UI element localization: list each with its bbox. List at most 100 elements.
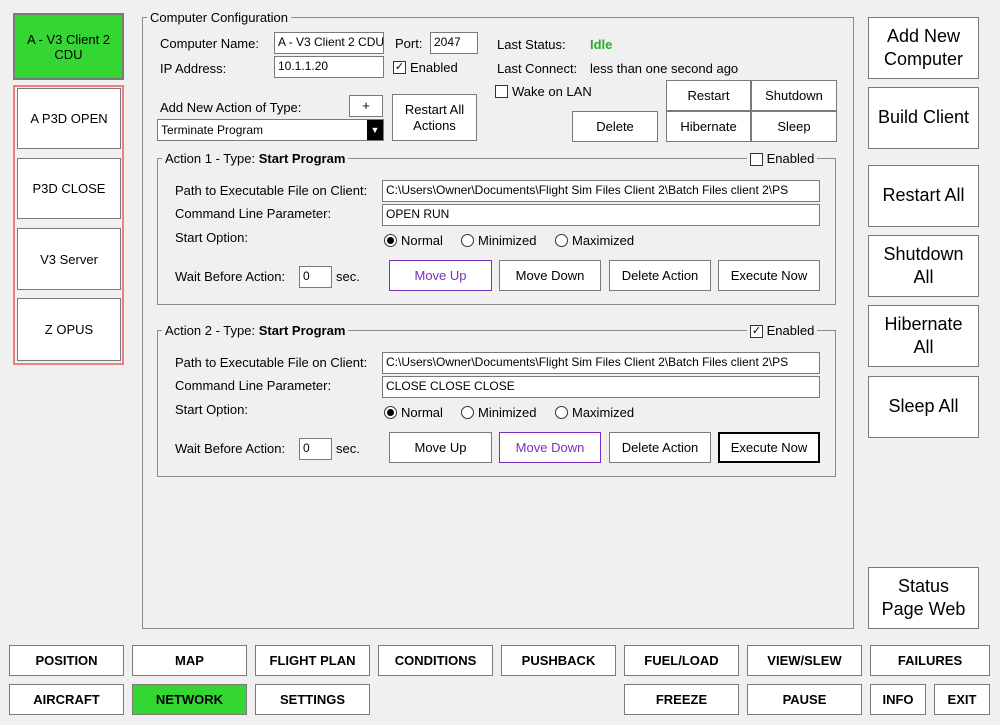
- freeze-button[interactable]: FREEZE: [624, 684, 739, 715]
- computer-item-label: A P3D OPEN: [30, 111, 108, 126]
- shutdown-all-button[interactable]: Shutdown All: [868, 235, 979, 297]
- action-2-wait-field[interactable]: 0: [299, 438, 332, 460]
- action-1-path-field[interactable]: C:\Users\Owner\Documents\Flight Sim File…: [382, 180, 820, 202]
- action-1-wait-label: Wait Before Action:: [175, 269, 286, 284]
- action-1-cmd-field[interactable]: OPEN RUN: [382, 204, 820, 226]
- action-2-maximized-label: Maximized: [572, 405, 635, 420]
- action-2-normal-label: Normal: [401, 405, 443, 420]
- action-2-path-label: Path to Executable File on Client:: [175, 355, 368, 370]
- add-action-label: Add New Action of Type:: [160, 100, 302, 115]
- action-1-start-label: Start Option:: [175, 230, 248, 245]
- nav-conditions-button[interactable]: CONDITIONS: [378, 645, 493, 676]
- computer-item-p3d-close[interactable]: P3D CLOSE: [17, 158, 121, 219]
- add-new-computer-button[interactable]: Add New Computer: [868, 17, 979, 79]
- build-client-button[interactable]: Build Client: [868, 87, 979, 149]
- nav-aircraft-button[interactable]: AIRCRAFT: [9, 684, 124, 715]
- sleep-all-button[interactable]: Sleep All: [868, 376, 979, 438]
- action-2-move-up-button[interactable]: Move Up: [389, 432, 492, 463]
- hibernate-button[interactable]: Hibernate: [666, 111, 751, 142]
- pause-button[interactable]: PAUSE: [747, 684, 862, 715]
- computer-item-label: V3 Server: [40, 251, 98, 267]
- nav-view-slew-button[interactable]: VIEW/SLEW: [747, 645, 862, 676]
- action-2-wait-unit: sec.: [336, 441, 360, 456]
- exit-button[interactable]: EXIT: [934, 684, 990, 715]
- action-1-enabled-checkbox[interactable]: [750, 153, 763, 167]
- action-1-wait-field[interactable]: 0: [299, 266, 332, 288]
- action-1-wait-unit: sec.: [336, 269, 360, 284]
- action-1-maximized-label: Maximized: [572, 233, 635, 248]
- enabled-label: Enabled: [410, 60, 458, 75]
- action-2-cmd-field[interactable]: CLOSE CLOSE CLOSE: [382, 376, 820, 398]
- action-2-wait-label: Wait Before Action:: [175, 441, 286, 456]
- action-1-maximized-radio[interactable]: [555, 234, 568, 247]
- computer-configuration-legend: Computer Configuration: [147, 10, 292, 25]
- nav-position-button[interactable]: POSITION: [9, 645, 124, 676]
- last-connect-label: Last Connect:: [497, 61, 578, 76]
- action-2-enabled-checkbox[interactable]: ✓: [750, 325, 763, 339]
- action-1-move-up-button[interactable]: Move Up: [389, 260, 492, 291]
- nav-failures-button[interactable]: FAILURES: [870, 645, 990, 676]
- computer-item-v3-server[interactable]: V3 Server: [17, 228, 121, 290]
- last-connect-value: less than one second ago: [590, 61, 739, 76]
- computer-item-label: Z OPUS: [44, 322, 94, 337]
- action-2-legend: Action 2 - Type: Start Program: [162, 323, 349, 338]
- delete-computer-button[interactable]: Delete: [572, 111, 658, 142]
- computer-item-label: A - V3 Client 2 CDU: [26, 31, 111, 62]
- shutdown-button[interactable]: Shutdown: [751, 80, 837, 111]
- action-2-path-field[interactable]: C:\Users\Owner\Documents\Flight Sim File…: [382, 352, 820, 374]
- ip-address-field[interactable]: 10.1.1.20: [274, 56, 384, 78]
- action-1-normal-radio[interactable]: [384, 234, 397, 247]
- computer-name-field[interactable]: A - V3 Client 2 CDU: [274, 32, 384, 54]
- action-2-move-down-button[interactable]: Move Down: [499, 432, 601, 463]
- nav-settings-button[interactable]: SETTINGS: [255, 684, 370, 715]
- hibernate-all-button[interactable]: Hibernate All: [868, 305, 979, 367]
- action-1-path-label: Path to Executable File on Client:: [175, 183, 368, 198]
- status-page-web-button[interactable]: Status Page Web: [868, 567, 979, 629]
- computer-item-a-p3d-open[interactable]: A P3D OPEN: [17, 88, 121, 149]
- restart-all-button[interactable]: Restart All: [868, 165, 979, 227]
- action-2-maximized-radio[interactable]: [555, 406, 568, 419]
- dropdown-arrow-icon: ▼: [367, 120, 383, 140]
- nav-pushback-button[interactable]: PUSHBACK: [501, 645, 616, 676]
- add-action-button[interactable]: +: [349, 95, 383, 117]
- restart-button[interactable]: Restart: [666, 80, 751, 111]
- action-2-execute-now-button[interactable]: Execute Now: [718, 432, 820, 463]
- action-legend-prefix: Action 1 - Type:: [165, 151, 259, 166]
- action-2-minimized-radio[interactable]: [461, 406, 474, 419]
- action-2-delete-action-button[interactable]: Delete Action: [609, 432, 711, 463]
- action-1-execute-now-button[interactable]: Execute Now: [718, 260, 820, 291]
- action-2-start-label: Start Option:: [175, 402, 248, 417]
- nav-map-button[interactable]: MAP: [132, 645, 247, 676]
- sleep-button[interactable]: Sleep: [751, 111, 837, 142]
- computer-item-label: P3D CLOSE: [32, 181, 106, 196]
- nav-fuel-load-button[interactable]: FUEL/LOAD: [624, 645, 739, 676]
- computer-item-z-opus[interactable]: Z OPUS: [17, 298, 121, 361]
- action-1-legend: Action 1 - Type: Start Program: [162, 151, 349, 166]
- nav-flight-plan-button[interactable]: FLIGHT PLAN: [255, 645, 370, 676]
- action-1-minimized-label: Minimized: [478, 233, 537, 248]
- action-1-move-down-button[interactable]: Move Down: [499, 260, 601, 291]
- action-1-cmd-label: Command Line Parameter:: [175, 206, 332, 221]
- action-1-delete-action-button[interactable]: Delete Action: [609, 260, 711, 291]
- action-legend-type: Start Program: [258, 151, 346, 166]
- enabled-checkbox[interactable]: ✓: [393, 61, 406, 74]
- action-2-cmd-label: Command Line Parameter:: [175, 378, 332, 393]
- computer-name-label: Computer Name:: [160, 36, 259, 51]
- action-2-minimized-label: Minimized: [478, 405, 537, 420]
- port-field[interactable]: 2047: [430, 32, 478, 54]
- port-label: Port:: [395, 36, 423, 51]
- computer-item-v3-client-2-cdu[interactable]: A - V3 Client 2 CDU: [13, 13, 124, 80]
- wake-on-lan-checkbox[interactable]: [495, 85, 508, 98]
- action-2-normal-radio[interactable]: [384, 406, 397, 419]
- nav-network-button[interactable]: NETWORK: [132, 684, 247, 715]
- action-1-enabled-label: Enabled: [766, 151, 815, 166]
- ip-address-label: IP Address:: [160, 61, 227, 76]
- info-button[interactable]: INFO: [870, 684, 926, 715]
- action-2-enabled: ✓ Enabled: [747, 323, 818, 339]
- action-type-select[interactable]: Terminate Program ▼: [157, 119, 384, 141]
- action-legend-prefix: Action 2 - Type:: [165, 323, 259, 338]
- action-1-minimized-radio[interactable]: [461, 234, 474, 247]
- last-status-value: Idle: [590, 37, 613, 52]
- action-1-normal-label: Normal: [401, 233, 443, 248]
- restart-all-actions-button[interactable]: Restart All Actions: [392, 94, 477, 141]
